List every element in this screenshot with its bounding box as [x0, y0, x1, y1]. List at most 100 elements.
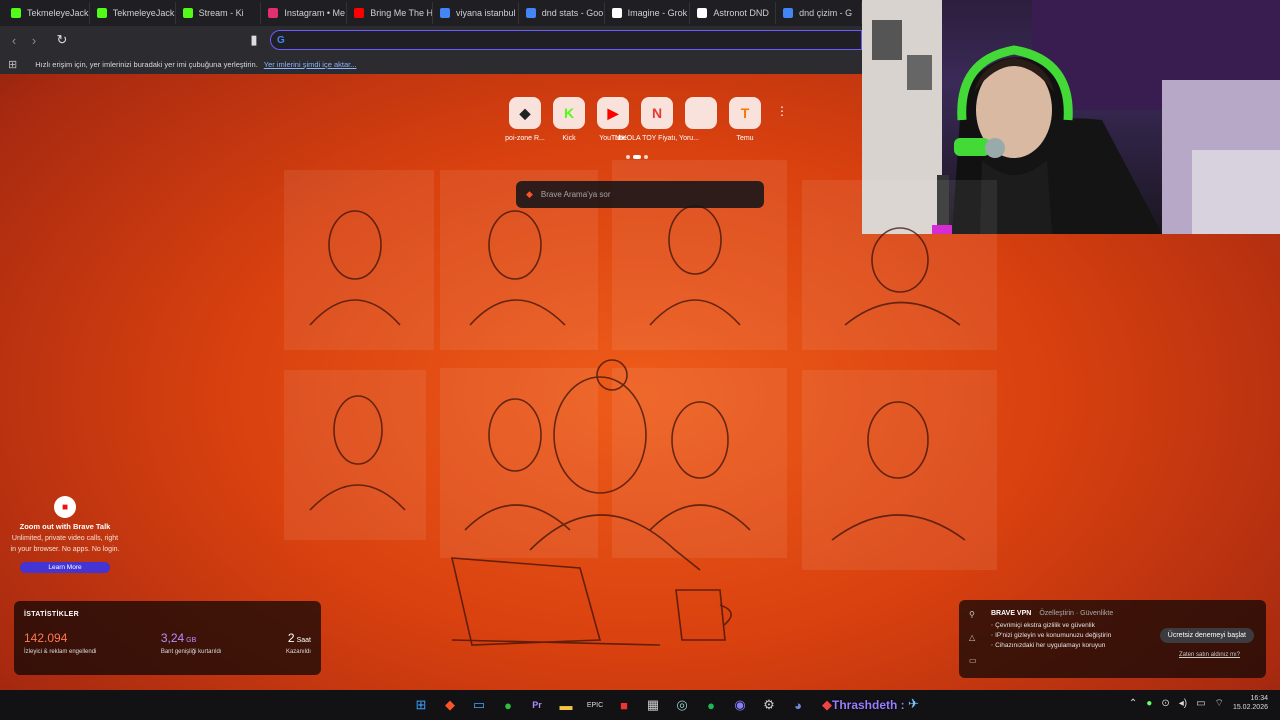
vpn-subtitle: Özelleştirin · Güvenlikte: [1039, 610, 1114, 617]
search-placeholder: Brave Arama'ya sor: [540, 190, 611, 199]
top-site-tile[interactable]: K Kick: [552, 97, 586, 142]
google-icon: [783, 8, 794, 18]
browser-tab[interactable]: Instagram • Me: [261, 2, 348, 24]
system-tray: ⌃ ● ⊙ ◂) ▭ ⌔ 16:34 15.02.2026: [1129, 694, 1268, 712]
browser-tab[interactable]: TekmeleyeJack: [4, 2, 90, 24]
browser-tab[interactable]: Imagine - Grok: [605, 2, 691, 24]
kick-icon: K: [553, 97, 585, 129]
overlay-username: Thrashdeth :: [832, 698, 905, 712]
address-bar[interactable]: G: [270, 30, 862, 50]
video-camera-icon: ■: [54, 496, 76, 518]
tab-label: Bring Me The H: [370, 8, 433, 18]
stat-unit: Saat: [296, 637, 311, 644]
youtube-icon: ▶: [597, 97, 629, 129]
stat-value: 3,24: [160, 631, 185, 645]
top-sites-more-icon[interactable]: ⋮: [776, 104, 788, 118]
tab-label: TekmeleyeJack: [27, 8, 89, 18]
forward-icon[interactable]: ›: [24, 30, 44, 50]
network-icon[interactable]: ▭: [1196, 698, 1205, 709]
pager-dot[interactable]: [626, 155, 630, 159]
browser-tab[interactable]: Bring Me The H: [347, 2, 433, 24]
tab-label: viyana istanbul: [455, 8, 516, 18]
address-input[interactable]: [299, 34, 861, 46]
learn-more-button[interactable]: Learn More: [20, 562, 110, 573]
stat-description: Kazanıldı: [285, 649, 311, 655]
stat-description: İzleyici & reklam engellendi: [24, 649, 97, 655]
discord-icon[interactable]: ◕: [787, 694, 809, 716]
mic-icon[interactable]: ●: [1146, 698, 1152, 709]
talk-title: Zoom out with Brave Talk: [19, 522, 111, 531]
browser-tab[interactable]: Astronot DND: [690, 2, 777, 24]
browser-tab[interactable]: dnd stats - Goo: [519, 2, 605, 24]
top-site-label: Temu: [736, 135, 754, 142]
instagram-icon: [268, 8, 279, 18]
talk-body: Unlimited, private video calls, right in…: [10, 535, 120, 553]
spotify-icon[interactable]: ●: [700, 694, 722, 716]
stat-item: 3,24 GB Bant genişliği kurtarıldı: [161, 629, 222, 655]
bookmarks-hint: Hızlı erişim için, yer imlerinizi burada…: [35, 59, 258, 69]
settings-gear-icon[interactable]: ⚙: [758, 694, 780, 716]
brave-search-box[interactable]: ◆ Brave Arama'ya sor: [516, 181, 764, 208]
tab-label: Astronot DND: [713, 8, 769, 18]
top-sites: ◆ poi-zone R... K Kick ▶ YouTube N NIKOLA TOY F…: [505, 97, 762, 142]
epic-games-icon[interactable]: EPIC: [584, 694, 606, 716]
obs-icon[interactable]: ◉: [729, 694, 751, 716]
brave-vpn-widget: ⚲ △ ▭ BRAVE VPN Özelleştirin · Güvenlikte…: [959, 600, 1266, 678]
browser-tab[interactable]: dnd çizim - G: [776, 2, 862, 24]
stat-item: 142.094 İzleyici & reklam engellendi: [24, 629, 96, 655]
chat-rail-icon[interactable]: ▭: [969, 656, 977, 665]
vpn-rail-icon[interactable]: ⚲: [969, 610, 977, 619]
temu-icon: T: [729, 97, 761, 129]
tab-label: Instagram • Me: [284, 8, 346, 18]
nikola-icon: N: [641, 97, 673, 129]
clock[interactable]: 16:34 15.02.2026: [1233, 694, 1268, 712]
already-purchased-link[interactable]: Zaten satın aldınız mı?: [1179, 652, 1240, 658]
browser-tab[interactable]: viyana istanbul: [433, 2, 519, 24]
wifi-icon[interactable]: ⌔: [1215, 697, 1224, 710]
xbox-icon[interactable]: ●: [497, 694, 519, 716]
bookmark-icon[interactable]: ▮: [244, 30, 264, 50]
stat-value: 2: [287, 631, 295, 645]
calculator-icon[interactable]: ▦: [642, 694, 664, 716]
premiere-icon[interactable]: Pr: [526, 694, 548, 716]
pager-dot[interactable]: [644, 155, 648, 159]
browser-tab[interactable]: TekmeleyeJack: [90, 2, 176, 24]
apps-grid-icon[interactable]: ⊞: [8, 58, 17, 71]
bird-icon: ✈: [908, 696, 919, 711]
windows-start-icon[interactable]: ⊞: [410, 694, 432, 716]
brave-browser-icon[interactable]: ◆: [439, 694, 461, 716]
google-icon: [439, 8, 450, 18]
top-site-tile[interactable]: ▶ YouTube: [596, 97, 630, 142]
top-site-label: NIKOLA TOY Fiyatı, Yoru...: [614, 135, 700, 142]
app-red-icon[interactable]: ■: [613, 694, 635, 716]
warning-rail-icon[interactable]: △: [969, 633, 977, 642]
folder-icon[interactable]: ▬: [555, 694, 577, 716]
browser-tab[interactable]: Stream - Ki: [176, 2, 262, 24]
steam-icon[interactable]: ◎: [671, 694, 693, 716]
import-bookmarks-link[interactable]: Yer imlerini şimdi içe aktar...: [264, 60, 357, 69]
back-icon[interactable]: ‹: [4, 30, 24, 50]
stats-heading: İSTATİSTİKLER: [24, 611, 79, 618]
pager-dot-active[interactable]: [633, 155, 641, 159]
kick-icon: [182, 8, 193, 18]
location-icon[interactable]: ⊙: [1161, 698, 1169, 709]
chevron-up-icon[interactable]: ⌃: [1129, 698, 1137, 709]
monitor-app-icon[interactable]: ▭: [468, 694, 490, 716]
clock-time: 16:34: [1250, 695, 1268, 702]
stats-widget: İSTATİSTİKLER 142.094 İzleyici & reklam e…: [14, 601, 321, 675]
top-site-tile[interactable]: T Temu: [728, 97, 762, 142]
volume-icon[interactable]: ◂): [1179, 698, 1187, 709]
top-site-tile[interactable]: [684, 97, 718, 129]
kick-icon: [11, 8, 21, 18]
grok-icon: [611, 8, 622, 18]
top-site-tile[interactable]: ◆ poi-zone R...: [505, 97, 545, 142]
top-site-tile[interactable]: N NIKOLA TOY Fiyatı, Yoru...: [615, 97, 699, 142]
google-icon: G: [277, 34, 285, 46]
brave-lion-icon: ◆: [526, 189, 533, 199]
reload-icon[interactable]: ↻: [52, 30, 72, 50]
vpn-feature: Cihazınızdaki her uygulamayı koruyun: [991, 642, 1256, 649]
start-trial-button[interactable]: Ücretsiz denemeyi başlat: [1159, 628, 1254, 643]
tab-label: TekmeleyeJack: [112, 8, 175, 18]
tab-label: Stream - Ki: [198, 8, 244, 18]
browser-toolbar: ‹ › ↻ ▮ G: [0, 26, 862, 54]
